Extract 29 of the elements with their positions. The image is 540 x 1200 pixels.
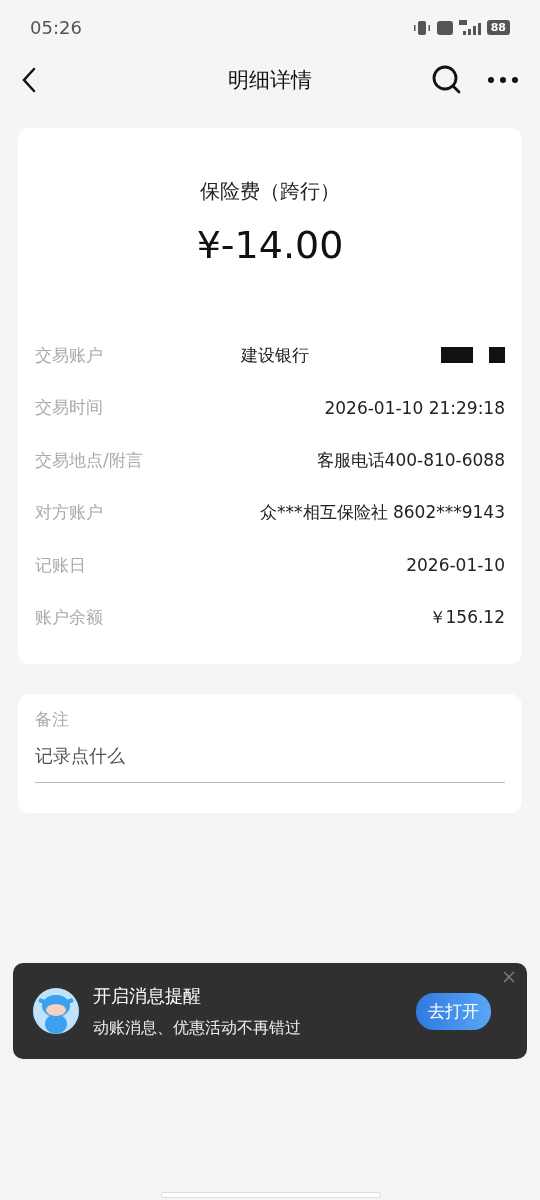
detail-value: 2026-01-10 21:29:18: [324, 397, 505, 418]
note-field[interactable]: 记录点什么: [35, 731, 505, 783]
mascot-icon: [33, 988, 79, 1034]
note-label: 备注: [35, 708, 70, 731]
vibrate-icon: [412, 19, 431, 36]
detail-value: 众***相互保险社 8602***9143: [260, 501, 505, 525]
detail-value: 客服电话400-810-6088: [316, 448, 505, 472]
back-button[interactable]: [22, 67, 36, 93]
detail-label: 记账日: [35, 553, 86, 577]
detail-label: 交易时间: [35, 396, 103, 420]
transaction-amount: ¥-14.00: [195, 223, 345, 267]
detail-label: 对方账户: [35, 501, 103, 525]
detail-label: 账户余额: [35, 606, 103, 630]
banner-subtitle: 动账消息、优惠活动不再错过: [93, 1017, 301, 1039]
search-button[interactable]: [432, 65, 462, 95]
banner-title: 开启消息提醒: [93, 983, 202, 1008]
transaction-type: 保险费（跨行）: [199, 178, 341, 205]
signal-icon: [458, 19, 481, 36]
detail-value: 2026-01-10: [406, 555, 505, 576]
enable-button[interactable]: 去打开: [416, 992, 491, 1030]
more-button[interactable]: [488, 77, 518, 83]
close-button[interactable]: [503, 971, 515, 983]
detail-label: 交易账户: [35, 343, 103, 367]
detail-label: 交易地点/附言: [35, 448, 143, 472]
battery-level: 88: [486, 20, 510, 35]
page-title: 明细详情: [228, 67, 312, 94]
status-time: 05:26: [30, 17, 82, 38]
detail-value: ￥156.12: [428, 606, 505, 630]
detail-value: 建设银行: [241, 343, 309, 367]
